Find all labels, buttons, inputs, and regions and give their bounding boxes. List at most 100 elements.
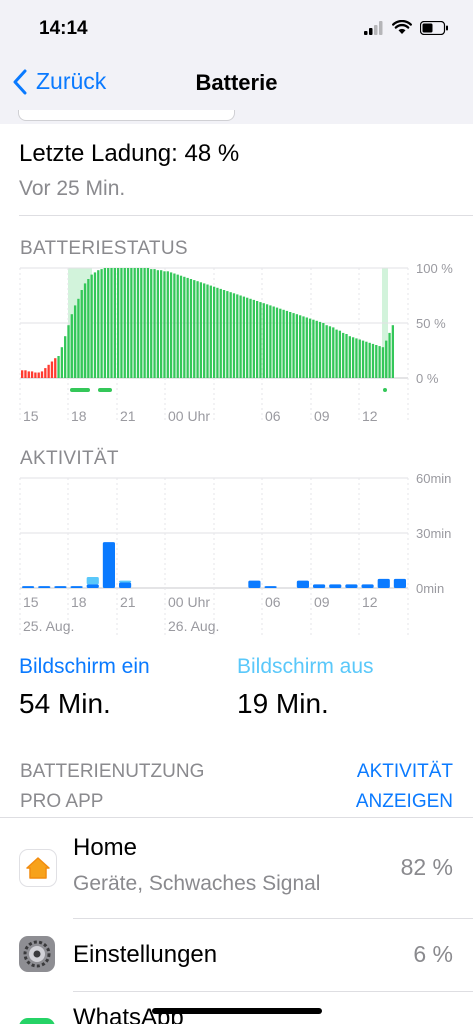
x-tick-label: 09: [314, 594, 330, 610]
status-bar: 14:14: [0, 0, 473, 58]
battery-bar: [136, 268, 140, 378]
battery-bar: [275, 307, 279, 378]
battery-bar: [259, 302, 262, 378]
home-indicator[interactable]: [152, 1008, 322, 1014]
battery-bar: [361, 340, 365, 378]
battery-bar: [378, 346, 381, 378]
screen-on-bar: [22, 586, 35, 588]
y-tick-label: 0min: [416, 581, 444, 596]
app-name: Home: [73, 834, 138, 861]
battery-bar: [100, 269, 103, 378]
screen-on-bar: [102, 542, 115, 588]
battery-bar: [173, 273, 176, 378]
battery-bar: [54, 358, 57, 378]
screen-on-bar: [54, 586, 67, 588]
battery-bar: [351, 337, 355, 378]
whatsapp-app-icon: [19, 1018, 55, 1024]
battery-bar: [332, 327, 335, 378]
screen-off-label: Bildschirm aus: [237, 655, 374, 678]
app-row-home[interactable]: Home Geräte, Schwaches Signal 82 %: [0, 818, 473, 918]
battery-bar: [176, 274, 179, 378]
battery-bar: [90, 274, 93, 378]
x-tick-label: 06: [265, 408, 281, 424]
battery-bar: [285, 310, 289, 378]
usage-header-line: BATTERIENUTZUNG: [20, 761, 205, 782]
battery-bar: [252, 299, 255, 378]
home-app-icon: [19, 849, 57, 887]
screen-on-bar: [377, 578, 390, 588]
battery-bar: [103, 268, 107, 378]
battery-bar: [345, 334, 348, 378]
x-tick-label: 21: [120, 408, 136, 424]
battery-bar: [193, 280, 196, 378]
battery-bar: [70, 314, 73, 378]
y-tick-label: 50 %: [416, 316, 446, 331]
usage-header-line: PRO APP: [20, 791, 104, 812]
battery-bar: [289, 312, 292, 378]
battery-bar: [338, 330, 342, 378]
battery-bar: [37, 372, 40, 378]
charging-indicator: [98, 388, 112, 392]
status-time: 14:14: [39, 18, 88, 39]
date-label: 25. Aug.: [23, 618, 74, 634]
status-icons: [364, 20, 449, 35]
y-tick-label: 100 %: [416, 261, 453, 276]
battery-bar: [325, 325, 328, 378]
segmented-control-selected[interactable]: [18, 110, 235, 121]
battery-bar: [77, 298, 80, 378]
battery-bar: [212, 286, 216, 378]
y-tick-label: 30min: [416, 526, 451, 541]
battery-bar: [166, 271, 169, 378]
screen-on-bar: [313, 584, 326, 588]
battery-bar: [269, 305, 272, 378]
screen-off-value: 19 Min.: [237, 688, 329, 719]
battery-bar: [292, 313, 295, 378]
house-icon: [26, 857, 50, 879]
battery-status-chart: 100 % 50 % 0 % 15 18 21 00 Uhr 06 09 12: [19, 261, 453, 424]
battery-bar: [199, 282, 203, 378]
battery-bar: [246, 297, 249, 378]
battery-bar: [27, 371, 30, 378]
battery-bar: [295, 314, 299, 378]
show-activity-link-line: ANZEIGEN: [355, 791, 453, 812]
battery-bar: [265, 304, 269, 378]
x-tick-label: 12: [362, 408, 378, 424]
segmented-control[interactable]: [0, 110, 473, 124]
battery-bar: [163, 271, 166, 378]
battery-bar: [282, 309, 285, 378]
x-tick-label: 12: [362, 594, 378, 610]
battery-bar: [375, 345, 378, 378]
charging-indicator: [383, 388, 387, 392]
battery-bar: [123, 268, 126, 378]
battery-bar: [110, 268, 113, 378]
battery-bar: [322, 323, 325, 378]
battery-bar: [305, 317, 308, 378]
battery-bar: [30, 371, 34, 378]
cellular-signal-icon: [364, 20, 383, 35]
battery-bar: [209, 285, 212, 378]
battery-bar: [355, 338, 358, 378]
screen-on-bar: [361, 584, 374, 588]
screen-on-bar: [329, 584, 342, 588]
battery-bar: [140, 268, 143, 378]
show-activity-link[interactable]: AKTIVITÄT ANZEIGEN: [356, 757, 453, 817]
battery-bar: [365, 341, 368, 378]
battery-bar: [133, 268, 136, 378]
battery-bar: [368, 342, 371, 378]
activity-chart: 60min 30min 0min 15 18 21 00 Uhr 06 09 1…: [19, 471, 451, 635]
screen-off-bar: [119, 580, 132, 583]
battery-bar: [358, 339, 361, 378]
battery-bar: [67, 325, 70, 378]
battery-bar: [107, 268, 110, 378]
date-label: 26. Aug.: [168, 618, 219, 634]
x-tick-label: 15: [23, 594, 39, 610]
battery-bar: [73, 305, 77, 378]
divider: [19, 215, 473, 216]
screen-on-bar: [38, 586, 51, 588]
charging-indicator-group: [70, 388, 387, 392]
battery-bar: [143, 268, 146, 378]
app-row-settings[interactable]: Einstellungen 6 %: [0, 919, 473, 991]
battery-bar: [83, 283, 87, 378]
x-tick-label: 09: [314, 408, 330, 424]
battery-bar: [232, 293, 236, 378]
